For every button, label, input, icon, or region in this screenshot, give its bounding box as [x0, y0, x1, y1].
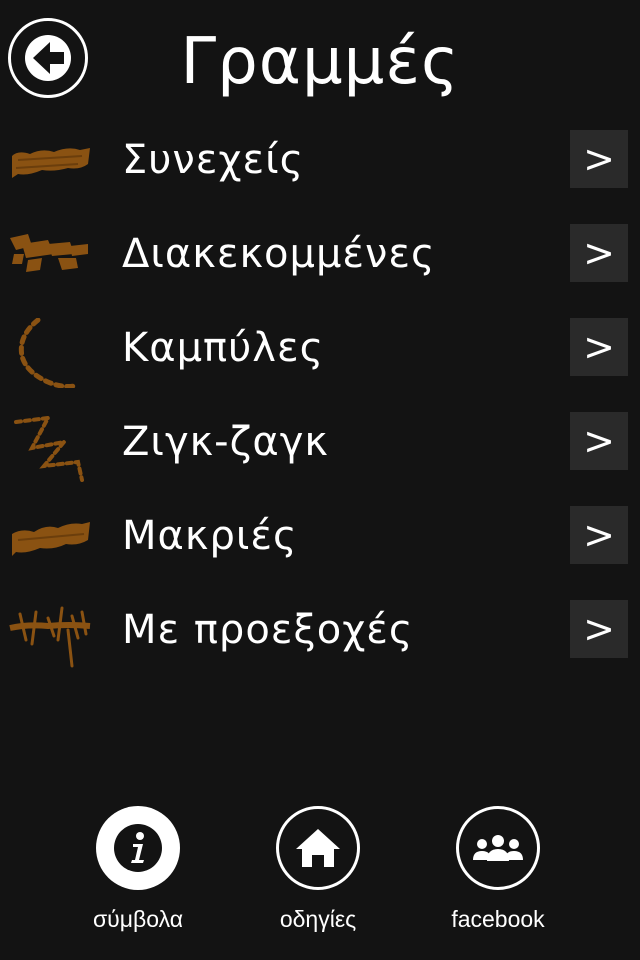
list-item-curved[interactable]: Καμπύλες > — [0, 318, 640, 412]
open-arrow-button[interactable]: > — [570, 130, 628, 188]
home-icon — [276, 806, 360, 890]
line-type-list: Συνεχείς > Διακεκομμένες > Καμπύλες > Ζι… — [0, 130, 640, 694]
bottom-tab-bar: σύμβολα οδηγίες facebook — [0, 806, 640, 960]
list-item-label: Διακεκομμένες — [122, 231, 436, 277]
list-item-long[interactable]: Μακριές > — [0, 506, 640, 600]
list-item-label: Ζιγκ-ζαγκ — [122, 419, 329, 465]
page-title: Γραμμές — [180, 25, 460, 99]
open-arrow-button[interactable]: > — [570, 412, 628, 470]
info-icon — [96, 806, 180, 890]
curved-line-thumbnail — [8, 318, 92, 388]
open-arrow-button[interactable]: > — [570, 224, 628, 282]
solid-line-thumbnail — [8, 130, 92, 200]
open-arrow-button[interactable]: > — [570, 318, 628, 376]
open-arrow-button[interactable]: > — [570, 506, 628, 564]
tab-label: facebook — [451, 906, 545, 932]
open-arrow-button[interactable]: > — [570, 600, 628, 658]
dashed-line-thumbnail — [8, 224, 92, 294]
group-icon — [456, 806, 540, 890]
long-line-thumbnail — [8, 506, 92, 576]
tab-label: οδηγίες — [279, 906, 357, 932]
list-item-label: Μακριές — [122, 513, 298, 559]
list-item-label: Καμπύλες — [122, 325, 325, 371]
list-item-protrusions[interactable]: Με προεξοχές > — [0, 600, 640, 694]
protrusions-line-thumbnail — [8, 600, 92, 670]
tab-facebook[interactable]: facebook — [408, 806, 588, 934]
list-item-dashed[interactable]: Διακεκομμένες > — [0, 224, 640, 318]
list-item-label: Με προεξοχές — [122, 607, 414, 653]
list-item-zigzag[interactable]: Ζιγκ-ζαγκ > — [0, 412, 640, 506]
list-item-solid[interactable]: Συνεχείς > — [0, 130, 640, 224]
zigzag-line-thumbnail — [8, 412, 92, 482]
tab-label: σύμβολα — [92, 906, 184, 932]
tab-instructions[interactable]: οδηγίες — [228, 806, 408, 934]
list-item-label: Συνεχείς — [122, 137, 305, 183]
tab-symbols[interactable]: σύμβολα — [48, 806, 228, 934]
